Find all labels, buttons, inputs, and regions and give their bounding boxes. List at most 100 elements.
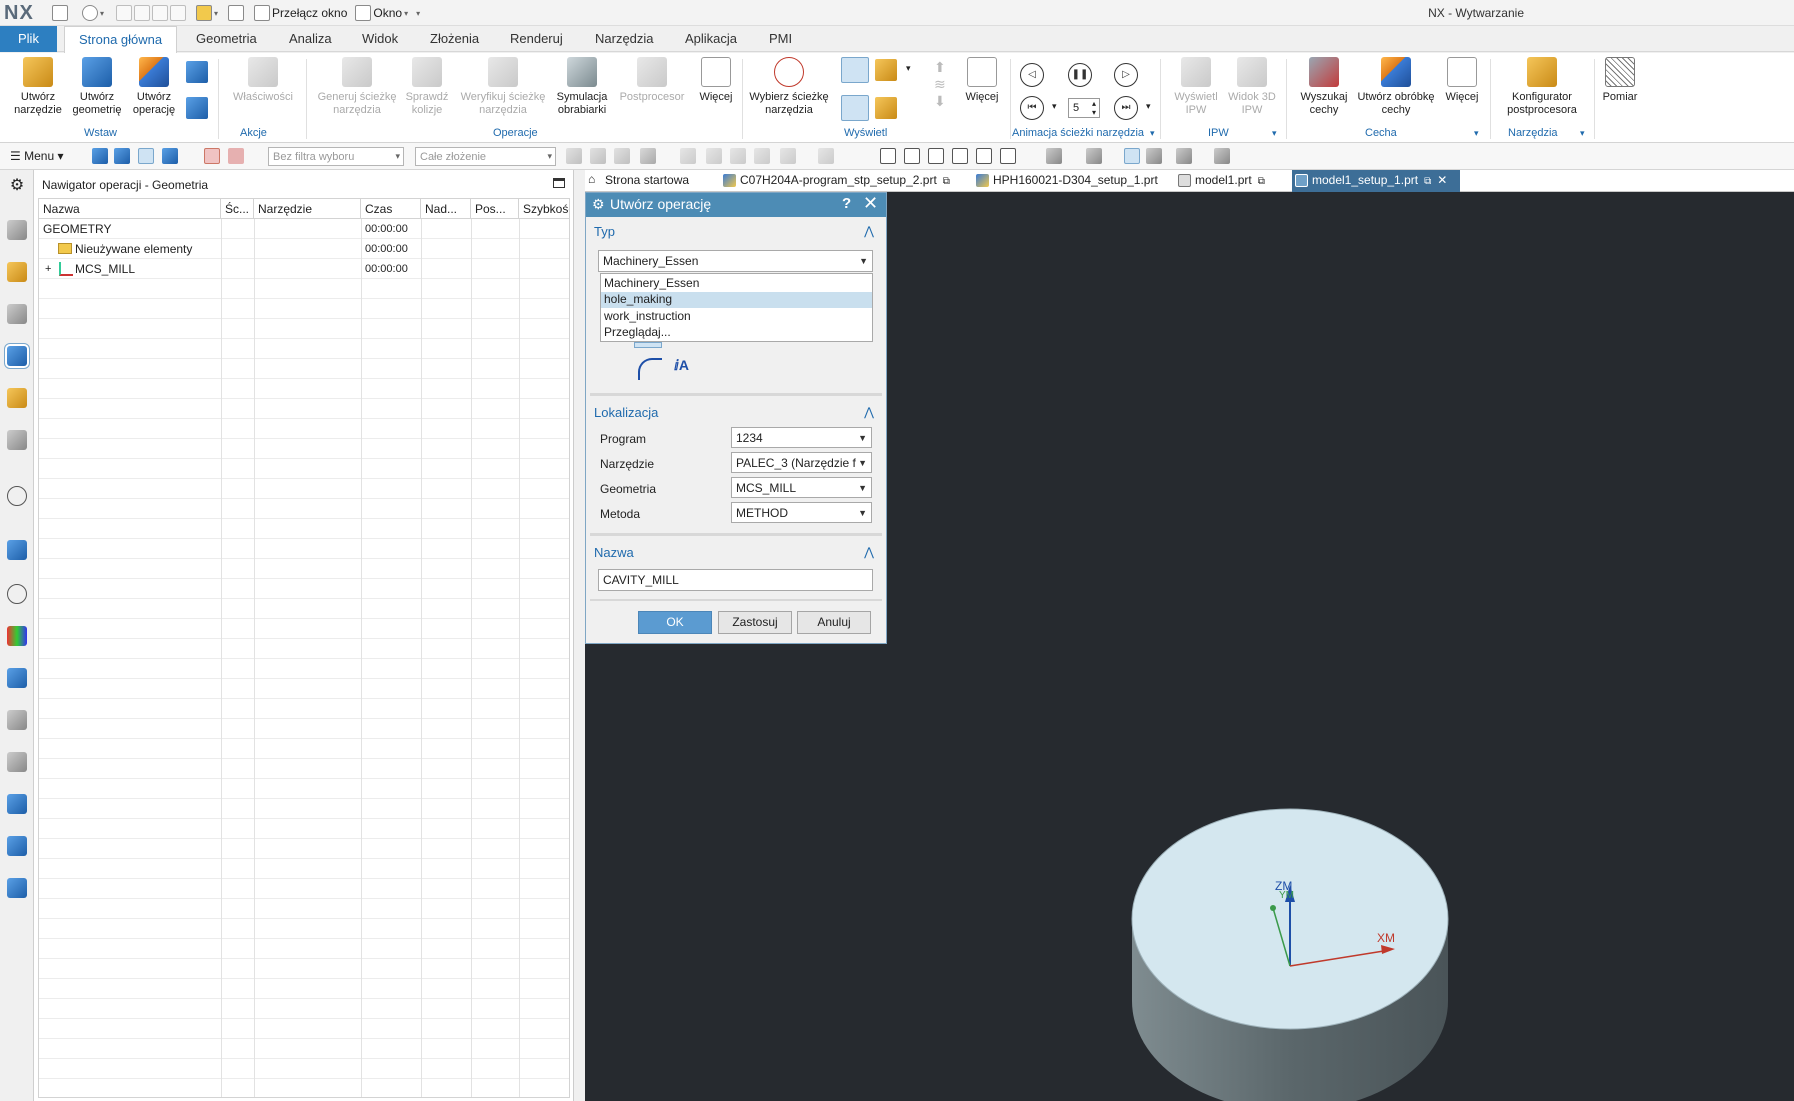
move-arrows-icon[interactable]: ⬆ ≋ ⬇ xyxy=(934,59,946,110)
close-tab-icon[interactable]: ✕ xyxy=(1437,173,1447,187)
geometry-view-icon[interactable] xyxy=(138,148,154,164)
repeat-icon[interactable] xyxy=(170,5,187,21)
assembly-navigator-icon[interactable] xyxy=(7,262,27,282)
subtype-fixed-contour-icon[interactable] xyxy=(638,358,662,380)
tab-analiza[interactable]: Analiza xyxy=(275,26,346,52)
snap-icon-2[interactable] xyxy=(590,148,606,164)
mcs-icon[interactable] xyxy=(1124,148,1140,164)
settings-gear-icon[interactable]: ⚙ xyxy=(7,176,27,196)
properties-button[interactable]: Właściwości xyxy=(225,57,301,104)
hd3d-tools-icon[interactable] xyxy=(7,486,27,506)
close-icon[interactable]: ✕ xyxy=(863,193,878,214)
tool-display-icon[interactable] xyxy=(875,59,897,81)
more-operations-button[interactable]: Więcej xyxy=(694,57,738,104)
selection-filter-combo[interactable]: Bez filtra wyboru ▾ xyxy=(268,147,404,166)
shaded-icon[interactable] xyxy=(952,148,968,164)
geometry-select[interactable]: MCS_MILL ▼ xyxy=(731,477,872,498)
step-back-icon[interactable]: ◁ xyxy=(1020,63,1044,87)
create-tool-button[interactable]: Utwórz narzędzie xyxy=(10,57,66,117)
machining-method-view-icon[interactable] xyxy=(162,148,178,164)
verify-path-button[interactable]: Weryfikuj ścieżkę narzędzia xyxy=(456,57,550,117)
operation-name-input[interactable]: CAVITY_MILL xyxy=(598,569,873,591)
snap-icon-1[interactable] xyxy=(566,148,582,164)
window-menu-label[interactable]: Okno xyxy=(373,6,402,20)
play-icon[interactable]: ▷ xyxy=(1114,63,1138,87)
customize-dropdown-icon[interactable]: ▾ xyxy=(416,9,420,18)
roles-icon[interactable] xyxy=(7,878,27,898)
pause-icon[interactable]: ❚❚ xyxy=(1068,63,1092,87)
tab-widok[interactable]: Widok xyxy=(348,26,412,52)
assembly-scope-combo[interactable]: Całe złożenie ▾ xyxy=(415,147,556,166)
collapse-icon[interactable]: ⋀ xyxy=(864,224,874,238)
filter-icon-2[interactable] xyxy=(228,148,244,164)
orient-view-icon[interactable] xyxy=(1000,148,1016,164)
menu-button[interactable]: ☰ Menu ▾ xyxy=(10,149,63,163)
view-3d-ipw-button[interactable]: Widok 3D IPW xyxy=(1226,57,1278,117)
table-row[interactable]: + MCS_MILL 00:00:00 xyxy=(39,259,569,279)
file-tab-start-page[interactable]: ⌂ Strona startowa xyxy=(585,170,713,192)
palette-icon[interactable] xyxy=(7,626,27,646)
create-geometry-button[interactable]: Utwórz geometrię xyxy=(68,57,126,117)
more-feature-button[interactable]: Więcej xyxy=(1440,57,1484,104)
paste-icon[interactable] xyxy=(152,5,169,21)
help-icon[interactable]: ? xyxy=(842,195,851,212)
section-icon[interactable] xyxy=(1176,148,1192,164)
find-features-button[interactable]: Wyszukaj cechy xyxy=(1292,57,1356,117)
apply-button[interactable]: Zastosuj xyxy=(718,611,792,634)
simulate-machine-button[interactable]: Symulacja obrabiarki xyxy=(550,57,614,117)
history-icon[interactable] xyxy=(7,584,27,604)
create-operation-button[interactable]: Utwórz operację xyxy=(128,57,180,117)
process-studio-icon[interactable] xyxy=(7,668,27,688)
switch-window-label[interactable]: Przełącz okno xyxy=(272,6,347,20)
insert-small-icon-2[interactable] xyxy=(186,97,208,119)
show-hide-icon[interactable] xyxy=(1146,148,1162,164)
type-option[interactable]: work_instruction xyxy=(601,309,872,325)
show-ipw-button[interactable]: Wyświetl IPW xyxy=(1166,57,1226,117)
type-option[interactable]: Machinery_Essen xyxy=(601,276,872,292)
tab-strona-glowna[interactable]: Strona główna xyxy=(64,26,178,53)
device-library-icon[interactable] xyxy=(7,836,27,856)
rewind-dropdown-icon[interactable]: ▾ xyxy=(1052,101,1057,112)
forward-end-icon[interactable]: ⏭ xyxy=(1114,96,1138,120)
name-section-header[interactable]: Nazwa ⋀ xyxy=(594,545,880,560)
type-option[interactable]: Przeglądaj... xyxy=(601,325,872,341)
snap-icon-8[interactable] xyxy=(754,148,770,164)
subtype-text-engrave-icon[interactable]: ⅈA xyxy=(674,357,689,374)
more-display-button[interactable]: Więcej xyxy=(960,57,1004,104)
insert-small-icon-1[interactable] xyxy=(186,61,208,83)
copy-icon[interactable] xyxy=(134,5,151,21)
column-header-speed[interactable]: Szybkość xyxy=(519,199,569,219)
dialog-gear-icon[interactable]: ⚙ xyxy=(592,196,605,213)
collapse-icon[interactable]: ⋀ xyxy=(864,545,874,559)
snap-icon-7[interactable] xyxy=(730,148,746,164)
undo-dropdown-icon[interactable]: ▾ xyxy=(100,9,104,18)
check-collisions-button[interactable]: Sprawdź kolizje xyxy=(402,57,452,117)
animation-group-dropdown-icon[interactable]: ▾ xyxy=(1150,128,1155,139)
feature-group-dropdown-icon[interactable]: ▾ xyxy=(1474,128,1479,139)
table-row[interactable]: GEOMETRY 00:00:00 xyxy=(39,219,569,239)
measure-button[interactable]: Pomiar xyxy=(1598,57,1642,104)
select-path-button[interactable]: Wybierz ścieżkę narzędzia xyxy=(746,57,832,117)
tab-narzedzia[interactable]: Narzędzia xyxy=(581,26,668,52)
column-header-stock[interactable]: Nad... xyxy=(421,199,471,219)
column-header-path[interactable]: Śc... xyxy=(221,199,254,219)
tab-zlozenia[interactable]: Złożenia xyxy=(416,26,493,52)
forward-dropdown-icon[interactable]: ▾ xyxy=(1146,101,1151,112)
tool-library-icon[interactable] xyxy=(7,794,27,814)
toolpath-display-icon-2[interactable] xyxy=(841,95,869,121)
save-icon[interactable] xyxy=(52,5,68,21)
snap-icon-3[interactable] xyxy=(614,148,630,164)
table-row[interactable]: ⌞ Nieużywane elementy 00:00:00 xyxy=(39,239,569,259)
file-tab-model1[interactable]: model1.prt ⧉ xyxy=(1175,170,1285,192)
constraint-navigator-icon[interactable] xyxy=(7,304,27,324)
file-tab-hph160021[interactable]: HPH160021-D304_setup_1.prt xyxy=(973,170,1163,192)
touch-mode-dropdown-icon[interactable]: ▾ xyxy=(214,9,218,18)
maximize-icon[interactable] xyxy=(553,178,565,188)
window-dropdown-icon[interactable]: ▾ xyxy=(404,9,408,18)
rotate-icon[interactable] xyxy=(928,148,944,164)
part-navigator-icon[interactable] xyxy=(7,220,27,240)
collapse-icon[interactable]: ⋀ xyxy=(864,405,874,419)
clipping-icon[interactable] xyxy=(1214,148,1230,164)
tab-renderuj[interactable]: Renderuj xyxy=(496,26,577,52)
layer-icon[interactable] xyxy=(1086,148,1102,164)
